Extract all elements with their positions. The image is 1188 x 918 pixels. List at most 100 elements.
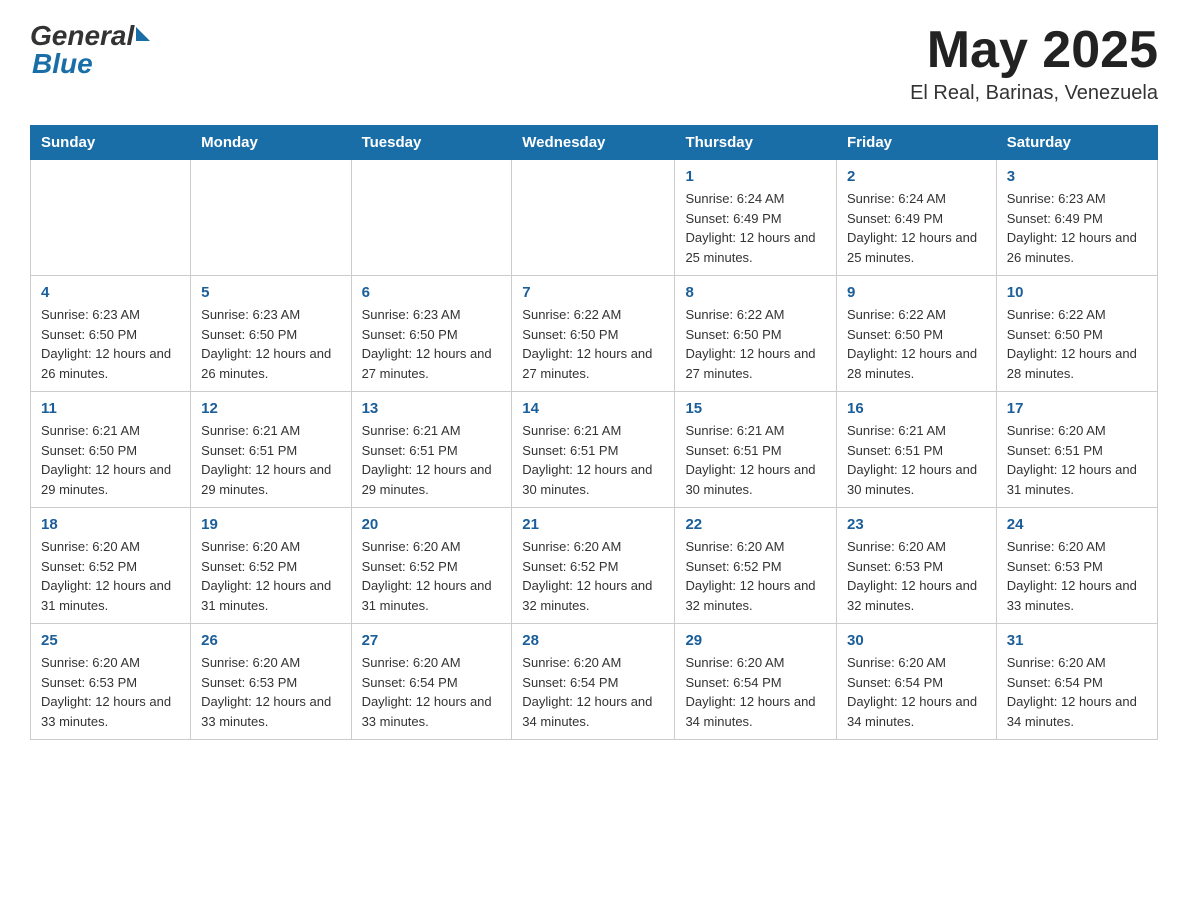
week-row-2: 4 Sunrise: 6:23 AMSunset: 6:50 PMDaylight… [31,276,1158,392]
weekday-header-thursday: Thursday [675,126,837,160]
logo-general-text: General [30,20,150,51]
day-info: Sunrise: 6:20 AMSunset: 6:54 PMDaylight:… [362,653,502,731]
calendar-cell: 3Sunrise: 6:23 AMSunset: 6:49 PMDaylight… [996,160,1157,276]
day-info: Sunrise: 6:20 AMSunset: 6:54 PMDaylight:… [847,653,986,731]
day-number: 28 [522,632,664,649]
calendar-cell: 10Sunrise: 6:22 AMSunset: 6:50 PMDayligh… [996,276,1157,392]
day-info: Sunrise: 6:21 AMSunset: 6:51 PMDaylight:… [522,421,664,499]
day-info: Sunrise: 6:20 AMSunset: 6:52 PMDaylight:… [685,537,826,615]
day-number: 5 [201,284,340,301]
day-info: Sunrise: 6:21 AMSunset: 6:50 PMDaylight:… [41,421,180,499]
week-row-3: 11Sunrise: 6:21 AMSunset: 6:50 PMDayligh… [31,392,1158,508]
day-info: Sunrise: 6:21 AMSunset: 6:51 PMDaylight:… [847,421,986,499]
calendar-cell: 27 Sunrise: 6:20 AMSunset: 6:54 PMDayligh… [351,624,512,740]
title-block: May 2025 El Real, Barinas, Venezuela [910,20,1158,105]
weekday-header-saturday: Saturday [996,126,1157,160]
calendar-cell: 31 Sunrise: 6:20 AMSunset: 6:54 PMDayligh… [996,624,1157,740]
week-row-1: 1Sunrise: 6:24 AMSunset: 6:49 PMDaylight… [31,160,1158,276]
day-number: 19 [201,516,340,533]
calendar-cell: 28 Sunrise: 6:20 AMSunset: 6:54 PMDayligh… [512,624,675,740]
calendar-table: SundayMondayTuesdayWednesdayThursdayFrid… [30,125,1158,740]
day-info: Sunrise: 6:23 AMSunset: 6:50 PMDaylight:… [41,305,180,383]
day-number: 7 [522,284,664,301]
calendar-cell: 11Sunrise: 6:21 AMSunset: 6:50 PMDayligh… [31,392,191,508]
day-number: 25 [41,632,180,649]
calendar-cell: 26 Sunrise: 6:20 AMSunset: 6:53 PMDayligh… [191,624,351,740]
day-info: Sunrise: 6:20 AMSunset: 6:53 PMDaylight:… [41,653,180,731]
day-info: Sunrise: 6:20 AMSunset: 6:54 PMDaylight:… [1007,653,1147,731]
calendar-cell: 19 Sunrise: 6:20 AMSunset: 6:52 PMDayligh… [191,508,351,624]
day-info: Sunrise: 6:20 AMSunset: 6:53 PMDaylight:… [201,653,340,731]
calendar-cell [351,160,512,276]
weekday-header-friday: Friday [836,126,996,160]
calendar-cell: 9Sunrise: 6:22 AMSunset: 6:50 PMDaylight… [836,276,996,392]
logo-triangle-icon [136,27,150,41]
day-number: 17 [1007,400,1147,417]
day-number: 31 [1007,632,1147,649]
day-number: 2 [847,168,986,185]
calendar-cell: 30Sunrise: 6:20 AMSunset: 6:54 PMDayligh… [836,624,996,740]
day-number: 8 [685,284,826,301]
calendar-cell: 15 Sunrise: 6:21 AMSunset: 6:51 PMDayligh… [675,392,837,508]
day-info: Sunrise: 6:24 AMSunset: 6:49 PMDaylight:… [847,189,986,267]
day-info: Sunrise: 6:23 AMSunset: 6:50 PMDaylight:… [362,305,502,383]
week-row-5: 25 Sunrise: 6:20 AMSunset: 6:53 PMDayligh… [31,624,1158,740]
day-number: 18 [41,516,180,533]
calendar-cell: 2 Sunrise: 6:24 AMSunset: 6:49 PMDaylight… [836,160,996,276]
weekday-header-sunday: Sunday [31,126,191,160]
calendar-cell: 23Sunrise: 6:20 AMSunset: 6:53 PMDayligh… [836,508,996,624]
day-info: Sunrise: 6:20 AMSunset: 6:52 PMDaylight:… [522,537,664,615]
day-info: Sunrise: 6:20 AMSunset: 6:53 PMDaylight:… [847,537,986,615]
calendar-cell: 24 Sunrise: 6:20 AMSunset: 6:53 PMDayligh… [996,508,1157,624]
calendar-cell: 7 Sunrise: 6:22 AMSunset: 6:50 PMDaylight… [512,276,675,392]
calendar-cell: 12Sunrise: 6:21 AMSunset: 6:51 PMDayligh… [191,392,351,508]
day-number: 4 [41,284,180,301]
logo-blue-text: Blue [30,48,150,80]
calendar-cell: 16 Sunrise: 6:21 AMSunset: 6:51 PMDayligh… [836,392,996,508]
day-number: 10 [1007,284,1147,301]
calendar-cell [191,160,351,276]
weekday-header-tuesday: Tuesday [351,126,512,160]
weekday-header-row: SundayMondayTuesdayWednesdayThursdayFrid… [31,126,1158,160]
day-info: Sunrise: 6:20 AMSunset: 6:52 PMDaylight:… [362,537,502,615]
day-number: 26 [201,632,340,649]
location-subtitle: El Real, Barinas, Venezuela [910,82,1158,105]
calendar-cell: 21Sunrise: 6:20 AMSunset: 6:52 PMDayligh… [512,508,675,624]
day-number: 22 [685,516,826,533]
day-info: Sunrise: 6:21 AMSunset: 6:51 PMDaylight:… [685,421,826,499]
day-info: Sunrise: 6:24 AMSunset: 6:49 PMDaylight:… [685,189,826,267]
day-number: 9 [847,284,986,301]
weekday-header-wednesday: Wednesday [512,126,675,160]
day-info: Sunrise: 6:20 AMSunset: 6:54 PMDaylight:… [522,653,664,731]
calendar-cell: 29Sunrise: 6:20 AMSunset: 6:54 PMDayligh… [675,624,837,740]
calendar-cell: 22 Sunrise: 6:20 AMSunset: 6:52 PMDayligh… [675,508,837,624]
day-number: 13 [362,400,502,417]
month-year-title: May 2025 [910,20,1158,80]
weekday-header-monday: Monday [191,126,351,160]
day-info: Sunrise: 6:23 AMSunset: 6:49 PMDaylight:… [1007,189,1147,267]
day-number: 12 [201,400,340,417]
day-number: 16 [847,400,986,417]
calendar-cell: 6Sunrise: 6:23 AMSunset: 6:50 PMDaylight… [351,276,512,392]
day-info: Sunrise: 6:20 AMSunset: 6:53 PMDaylight:… [1007,537,1147,615]
day-info: Sunrise: 6:20 AMSunset: 6:51 PMDaylight:… [1007,421,1147,499]
calendar-cell: 4 Sunrise: 6:23 AMSunset: 6:50 PMDaylight… [31,276,191,392]
day-info: Sunrise: 6:20 AMSunset: 6:52 PMDaylight:… [201,537,340,615]
week-row-4: 18 Sunrise: 6:20 AMSunset: 6:52 PMDayligh… [31,508,1158,624]
day-number: 15 [685,400,826,417]
day-info: Sunrise: 6:22 AMSunset: 6:50 PMDaylight:… [685,305,826,383]
calendar-cell: 20Sunrise: 6:20 AMSunset: 6:52 PMDayligh… [351,508,512,624]
day-number: 29 [685,632,826,649]
day-number: 14 [522,400,664,417]
calendar-cell [512,160,675,276]
day-info: Sunrise: 6:22 AMSunset: 6:50 PMDaylight:… [522,305,664,383]
calendar-cell: 13Sunrise: 6:21 AMSunset: 6:51 PMDayligh… [351,392,512,508]
calendar-cell: 25 Sunrise: 6:20 AMSunset: 6:53 PMDayligh… [31,624,191,740]
calendar-cell: 5 Sunrise: 6:23 AMSunset: 6:50 PMDaylight… [191,276,351,392]
day-info: Sunrise: 6:20 AMSunset: 6:52 PMDaylight:… [41,537,180,615]
day-number: 24 [1007,516,1147,533]
calendar-cell: 1Sunrise: 6:24 AMSunset: 6:49 PMDaylight… [675,160,837,276]
logo: General Blue [30,20,150,80]
day-number: 27 [362,632,502,649]
day-info: Sunrise: 6:23 AMSunset: 6:50 PMDaylight:… [201,305,340,383]
